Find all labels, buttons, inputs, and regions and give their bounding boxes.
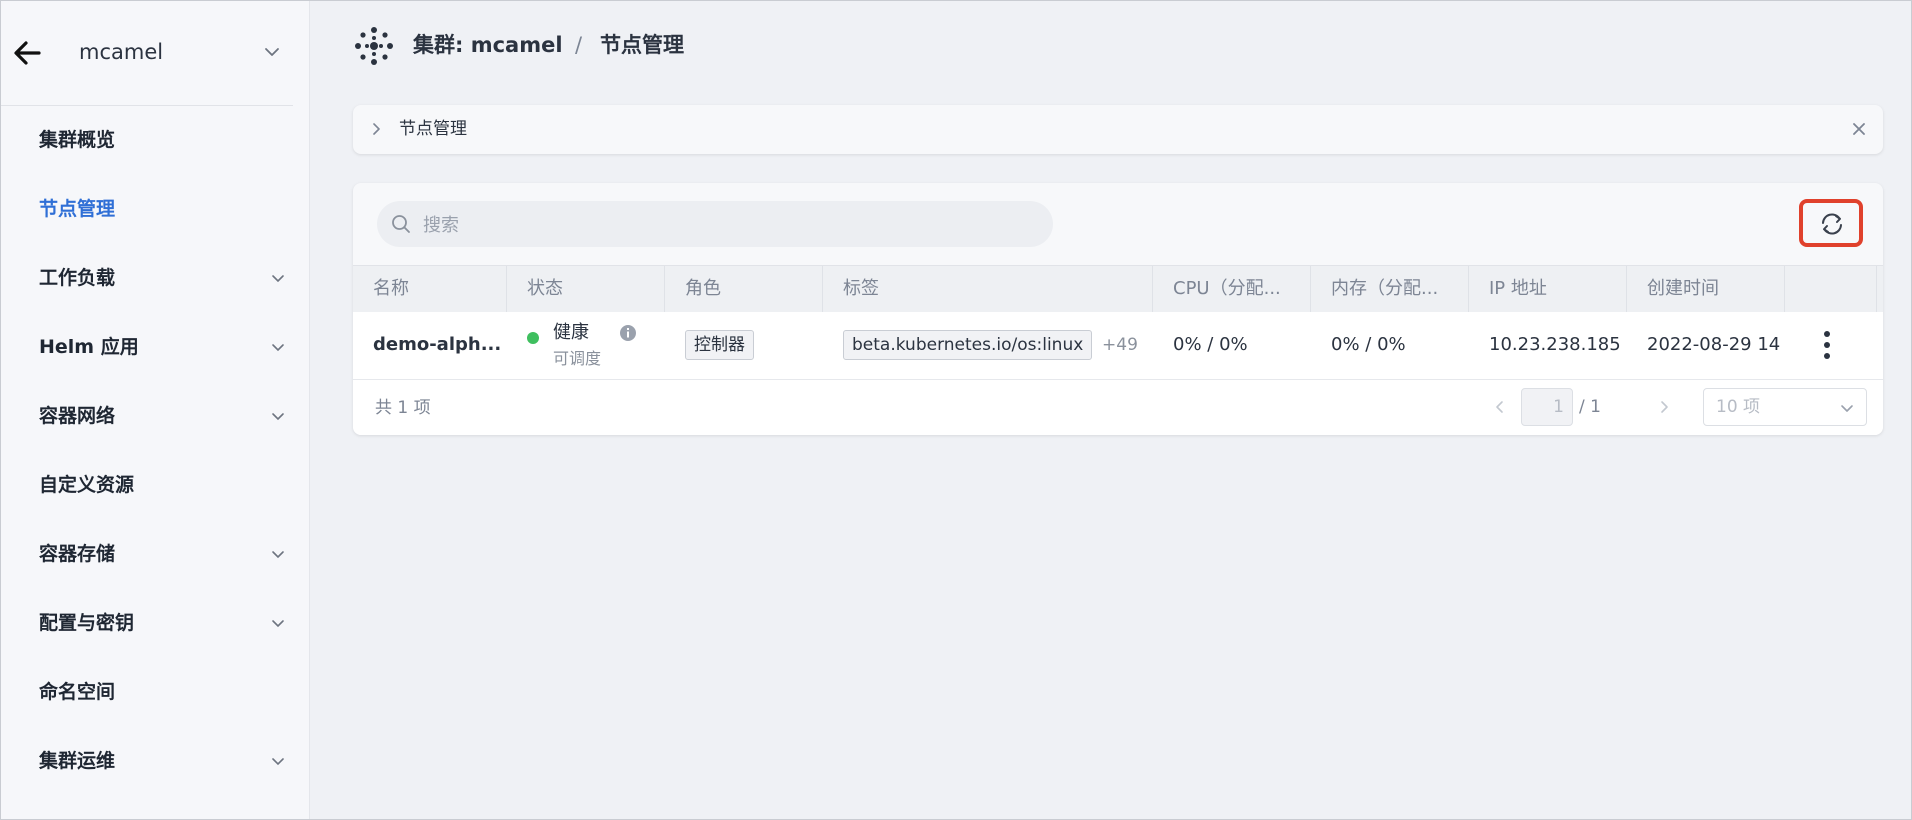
column-header-created[interactable]: 创建时间 <box>1627 266 1785 312</box>
search-icon <box>392 215 410 233</box>
cell-actions <box>1785 312 1883 379</box>
column-header-memory[interactable]: 内存（分配... <box>1311 266 1469 312</box>
chevron-right-icon[interactable] <box>1655 398 1673 416</box>
sidebar-nav: 集群概览 节点管理 工作负载 Helm 应用 容器网络 自定义资源 容器存储 配… <box>1 105 309 795</box>
chevron-down-icon <box>1841 405 1853 412</box>
status-dot <box>527 332 539 344</box>
cell-memory: 0% / 0% <box>1311 312 1469 379</box>
page-title: 节点管理 <box>600 33 684 57</box>
breadcrumb-cluster[interactable]: 集群: mcamel <box>413 31 563 59</box>
sidebar-item-workloads[interactable]: 工作负载 <box>1 243 309 312</box>
memory-value: 0% / 0% <box>1331 334 1406 355</box>
cluster-name[interactable]: mcamel <box>79 37 163 67</box>
chevron-down-icon <box>272 275 284 283</box>
cell-created: 2022-08-29 14 <box>1627 312 1785 379</box>
sidebar-item-label: 自定义资源 <box>39 474 135 496</box>
sidebar-header: mcamel <box>1 1 293 106</box>
status-subtext: 可调度 <box>553 349 602 368</box>
table-header: 名称 状态 角色 标签 CPU（分配... 内存（分配... IP 地址 创建时… <box>353 265 1883 313</box>
node-name-link[interactable]: demo-alph... <box>373 332 501 358</box>
sidebar-item-label: 容器网络 <box>39 405 116 427</box>
sidebar-item-label: 集群概览 <box>39 129 116 151</box>
role-badge: 控制器 <box>685 330 754 360</box>
ip-value: 10.23.238.185 <box>1489 334 1621 355</box>
cluster-logo-icon <box>355 27 393 65</box>
created-value: 2022-08-29 14 <box>1647 334 1781 355</box>
search-box <box>377 201 1053 249</box>
close-icon[interactable] <box>1849 119 1869 139</box>
sidebar-item-cluster-overview[interactable]: 集群概览 <box>1 105 309 174</box>
column-header-status[interactable]: 状态 <box>507 266 665 312</box>
search-input[interactable] <box>421 201 1045 249</box>
column-header-actions <box>1785 266 1877 312</box>
chevron-right-icon[interactable] <box>367 120 385 138</box>
cell-name: demo-alph... <box>353 312 507 379</box>
sidebar-item-container-network[interactable]: 容器网络 <box>1 381 309 450</box>
cell-cpu: 0% / 0% <box>1153 312 1311 379</box>
chevron-down-icon <box>272 758 284 766</box>
page-size-value: 10 项 <box>1716 397 1761 417</box>
labels-wrapper: beta.kubernetes.io/os:linux +49 <box>843 330 1138 360</box>
chevron-down-icon <box>272 413 284 421</box>
status-text: 健康 <box>553 322 589 343</box>
column-header-labels[interactable]: 标签 <box>823 266 1153 312</box>
chevron-down-icon[interactable] <box>261 41 283 63</box>
label-tag: beta.kubernetes.io/os:linux <box>843 330 1093 360</box>
page-number-input[interactable] <box>1521 388 1573 426</box>
breadcrumb-panel: 节点管理 <box>353 105 1883 154</box>
chevron-down-icon <box>272 620 284 628</box>
column-header-name[interactable]: 名称 <box>353 266 507 312</box>
chevron-down-icon <box>272 551 284 559</box>
page-size-select[interactable]: 10 项 <box>1703 388 1867 426</box>
sidebar-item-container-storage[interactable]: 容器存储 <box>1 519 309 588</box>
sidebar-item-node-management[interactable]: 节点管理 <box>1 174 309 243</box>
breadcrumb-panel-title: 节点管理 <box>399 119 467 139</box>
cell-ip: 10.23.238.185 <box>1469 312 1627 379</box>
sidebar-item-label: 集群运维 <box>39 750 116 772</box>
column-header-ip[interactable]: IP 地址 <box>1469 266 1627 312</box>
sidebar-item-namespaces[interactable]: 命名空间 <box>1 657 309 726</box>
chevron-left-icon[interactable] <box>1491 398 1509 416</box>
sidebar-item-label: 容器存储 <box>39 543 116 565</box>
table-footer: 共 1 项 / 1 10 项 <box>353 380 1883 435</box>
cell-status: 健康 可调度 <box>507 312 665 379</box>
total-count: 共 1 项 <box>375 398 431 418</box>
cpu-value: 0% / 0% <box>1173 334 1248 355</box>
sidebar-item-config-secrets[interactable]: 配置与密钥 <box>1 588 309 657</box>
sidebar: mcamel 集群概览 节点管理 工作负载 Helm 应用 容器网络 自定义资源… <box>1 1 310 819</box>
more-vertical-icon[interactable] <box>1823 330 1831 360</box>
sidebar-item-label: 节点管理 <box>39 198 116 220</box>
refresh-icon <box>1822 213 1842 235</box>
column-header-cpu[interactable]: CPU（分配... <box>1153 266 1311 312</box>
node-table-card: 名称 状态 角色 标签 CPU（分配... 内存（分配... IP 地址 创建时… <box>353 183 1883 435</box>
sidebar-item-label: 命名空间 <box>39 681 116 703</box>
app-window: mcamel 集群概览 节点管理 工作负载 Helm 应用 容器网络 自定义资源… <box>0 0 1912 820</box>
sidebar-item-label: 配置与密钥 <box>39 612 135 634</box>
column-header-role[interactable]: 角色 <box>665 266 823 312</box>
info-icon[interactable] <box>619 324 637 342</box>
cell-role: 控制器 <box>665 312 823 379</box>
page-total: / 1 <box>1579 397 1601 417</box>
sidebar-item-cluster-ops[interactable]: 集群运维 <box>1 726 309 795</box>
breadcrumb-separator: / <box>575 33 583 57</box>
sidebar-item-helm-apps[interactable]: Helm 应用 <box>1 312 309 381</box>
back-arrow-icon[interactable] <box>11 37 43 69</box>
cell-labels: beta.kubernetes.io/os:linux +49 <box>823 312 1153 379</box>
chevron-down-icon <box>272 344 284 352</box>
refresh-button[interactable] <box>1799 199 1863 247</box>
sidebar-item-label: 工作负载 <box>39 267 116 289</box>
sidebar-item-label: Helm 应用 <box>39 336 139 358</box>
sidebar-item-custom-resources[interactable]: 自定义资源 <box>1 450 309 519</box>
role-wrapper: 控制器 <box>685 330 754 360</box>
table-row[interactable]: demo-alph... 健康 可调度 控制器 beta.kubernetes.… <box>353 312 1883 380</box>
label-more-count[interactable]: +49 <box>1102 335 1138 355</box>
